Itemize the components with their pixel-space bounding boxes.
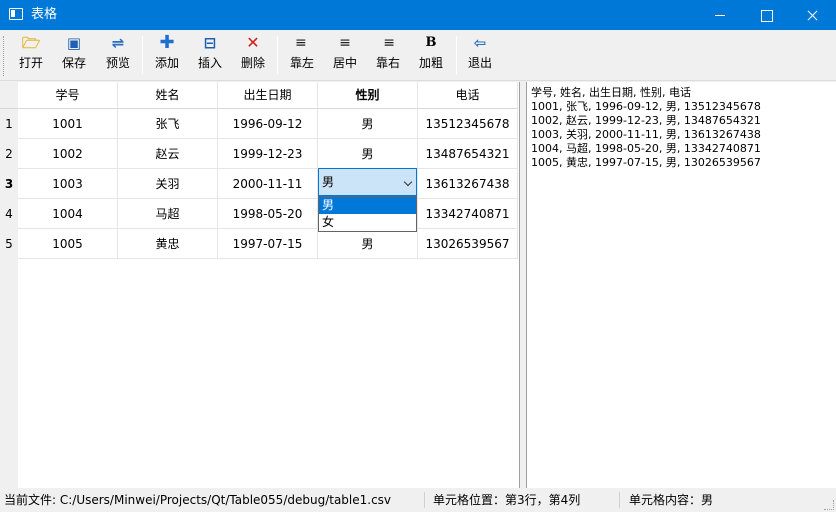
text-line: 学号, 姓名, 出生日期, 性别, 电话 — [531, 86, 691, 99]
table-cell[interactable]: 张飞 — [118, 109, 218, 139]
table-cell[interactable]: 1005 — [18, 229, 118, 259]
row-header[interactable]: 1 — [0, 109, 18, 139]
status-separator — [619, 492, 620, 508]
dropdown-option-male[interactable]: 男 — [319, 197, 416, 214]
table-cell[interactable]: 男 — [318, 229, 418, 259]
bold-icon: B — [425, 35, 437, 50]
open-button[interactable]: 🗁 打开 — [12, 33, 50, 77]
column-header-phone[interactable]: 电话 — [418, 82, 518, 109]
align-right-label: 靠右 — [375, 56, 400, 70]
folder-open-icon: 🗁 — [21, 34, 41, 52]
row-header[interactable]: 2 — [0, 139, 18, 169]
preview-label: 预览 — [105, 56, 130, 70]
align-left-button[interactable]: ≡ 靠左 — [283, 33, 321, 77]
align-left-label: 靠左 — [289, 56, 314, 70]
column-header-id[interactable]: 学号 — [18, 82, 118, 109]
preview-button[interactable]: ⇌ 预览 — [99, 33, 137, 77]
exit-label: 退出 — [467, 56, 492, 70]
preview-icon: ⇌ — [111, 34, 125, 52]
insert-row-icon: ⊟ — [203, 34, 217, 52]
align-left-icon: ≡ — [295, 35, 307, 51]
delete-button[interactable]: ✕ 删除 — [234, 33, 272, 77]
status-bar: 当前文件: C:/Users/Minwei/Projects/Qt/Table0… — [0, 488, 836, 512]
delete-icon: ✕ — [246, 33, 260, 52]
table-cell[interactable]: 1999-12-23 — [218, 139, 318, 169]
toolbar-grip[interactable] — [3, 36, 6, 76]
chevron-down-icon[interactable] — [403, 177, 413, 187]
align-right-icon: ≡ — [383, 35, 395, 51]
window-title: 表格 — [31, 7, 58, 22]
table-widget[interactable]: 学号 姓名 出生日期 性别 电话 1 1001 张飞 1996-09-12 男 … — [0, 82, 520, 488]
align-center-button[interactable]: ≡ 居中 — [326, 33, 364, 77]
text-line: 1004, 马超, 1998-05-20, 男, 13342740871 — [531, 142, 761, 155]
align-right-button[interactable]: ≡ 靠右 — [369, 33, 407, 77]
open-label: 打开 — [18, 56, 43, 70]
align-center-label: 居中 — [332, 56, 357, 70]
table-cell[interactable]: 1004 — [18, 199, 118, 229]
add-icon: ✚ — [159, 32, 175, 53]
table-cell[interactable]: 13613267438 — [418, 169, 518, 199]
table-cell[interactable]: 13342740871 — [418, 199, 518, 229]
table-cell[interactable]: 1996-09-12 — [218, 109, 318, 139]
text-line: 1001, 张飞, 1996-09-12, 男, 13512345678 — [531, 100, 761, 113]
resize-grip[interactable] — [824, 500, 834, 510]
table-cell[interactable]: 13487654321 — [418, 139, 518, 169]
table-cell[interactable]: 13512345678 — [418, 109, 518, 139]
status-current-file: 当前文件: C:/Users/Minwei/Projects/Qt/Table0… — [4, 493, 392, 507]
bold-button[interactable]: B 加粗 — [412, 33, 450, 77]
toolbar: 🗁 打开 ▣ 保存 ⇌ 预览 ✚ 添加 ⊟ 插入 ✕ 删除 ≡ 靠左 ≡ 居中 … — [0, 30, 836, 81]
insert-label: 插入 — [197, 56, 222, 70]
bold-label: 加粗 — [418, 56, 443, 70]
insert-button[interactable]: ⊟ 插入 — [191, 33, 229, 77]
add-label: 添加 — [154, 56, 179, 70]
gender-dropdown-list[interactable]: 男 女 — [318, 196, 417, 232]
table-cell[interactable]: 1001 — [18, 109, 118, 139]
title-bar: 表格 — [0, 0, 836, 30]
delete-label: 删除 — [240, 56, 265, 70]
table-cell[interactable]: 黄忠 — [118, 229, 218, 259]
save-label: 保存 — [61, 56, 86, 70]
text-line: 1002, 赵云, 1999-12-23, 男, 13487654321 — [531, 114, 761, 127]
table-cell[interactable]: 2000-11-11 — [218, 169, 318, 199]
maximize-button[interactable] — [743, 0, 789, 30]
close-button[interactable] — [789, 0, 835, 30]
table-cell[interactable]: 1002 — [18, 139, 118, 169]
gender-combo-value: 男 — [322, 175, 335, 189]
column-header-gender[interactable]: 性别 — [318, 82, 418, 109]
table-cell[interactable]: 1998-05-20 — [218, 199, 318, 229]
toolbar-separator — [456, 36, 457, 74]
save-button[interactable]: ▣ 保存 — [55, 33, 93, 77]
table-cell[interactable]: 1003 — [18, 169, 118, 199]
table-cell[interactable]: 关羽 — [118, 169, 218, 199]
gender-combo-editor[interactable]: 男 — [318, 168, 417, 196]
text-line: 1005, 黄忠, 1997-07-15, 男, 13026539567 — [531, 156, 761, 169]
dropdown-option-female[interactable]: 女 — [319, 214, 416, 231]
text-line: 1003, 关羽, 2000-11-11, 男, 13613267438 — [531, 128, 761, 141]
csv-text-editor[interactable]: 学号, 姓名, 出生日期, 性别, 电话 1001, 张飞, 1996-09-1… — [526, 82, 836, 488]
table-cell[interactable]: 13026539567 — [418, 229, 518, 259]
row-header[interactable]: 4 — [0, 199, 18, 229]
table-cell[interactable]: 马超 — [118, 199, 218, 229]
column-header-birthdate[interactable]: 出生日期 — [218, 82, 318, 109]
status-cell-content: 单元格内容：男 — [629, 493, 714, 507]
floppy-save-icon: ▣ — [66, 34, 82, 52]
exit-icon: ⇦ — [473, 34, 487, 52]
table-cell[interactable]: 男 — [318, 109, 418, 139]
toolbar-separator — [142, 36, 143, 74]
add-button[interactable]: ✚ 添加 — [148, 33, 186, 77]
table-corner-button[interactable] — [0, 82, 18, 109]
align-center-icon: ≡ — [339, 35, 351, 51]
table-cell[interactable]: 1997-07-15 — [218, 229, 318, 259]
table-cell[interactable]: 男 — [318, 139, 418, 169]
status-separator — [424, 492, 425, 508]
exit-button[interactable]: ⇦ 退出 — [461, 33, 499, 77]
row-header[interactable]: 5 — [0, 229, 18, 259]
table-cell[interactable]: 赵云 — [118, 139, 218, 169]
toolbar-separator — [277, 36, 278, 74]
column-header-name[interactable]: 姓名 — [118, 82, 218, 109]
status-cell-position: 单元格位置：第3行，第4列 — [433, 493, 581, 507]
minimize-button[interactable] — [697, 0, 743, 30]
row-header-current[interactable]: 3 — [0, 169, 18, 199]
app-icon — [9, 8, 23, 20]
